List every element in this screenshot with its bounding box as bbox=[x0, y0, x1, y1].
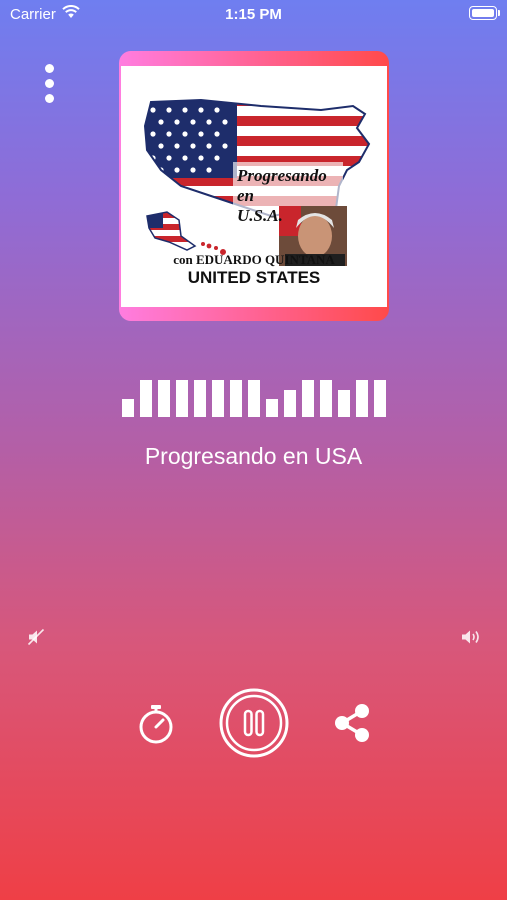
equalizer-bar bbox=[230, 380, 242, 417]
artwork-title: Progresando en U.S.A. bbox=[237, 166, 327, 226]
artwork-title-line: en bbox=[237, 186, 254, 205]
status-bar: Carrier 1:15 PM bbox=[0, 0, 507, 30]
clock: 1:15 PM bbox=[225, 6, 282, 23]
share-icon[interactable] bbox=[331, 702, 373, 744]
volume-high-icon[interactable] bbox=[461, 628, 483, 646]
station-name: Progresando en USA bbox=[144, 443, 363, 469]
equalizer-bar bbox=[374, 380, 386, 417]
station-artwork: Progresando en U.S.A. con EDUARDO QUINTA… bbox=[119, 51, 389, 321]
artwork-title-line: Progresando bbox=[237, 166, 327, 185]
pause-icon bbox=[243, 709, 265, 737]
volume-mute-icon[interactable] bbox=[27, 628, 45, 646]
equalizer-bar bbox=[266, 399, 278, 417]
equalizer-bar bbox=[158, 380, 170, 417]
battery-icon bbox=[469, 6, 500, 20]
equalizer-bar bbox=[212, 380, 224, 417]
pause-button-ring bbox=[219, 688, 289, 758]
stopwatch-icon[interactable] bbox=[136, 703, 176, 745]
equalizer-bar bbox=[338, 390, 350, 417]
artwork-image: Progresando en U.S.A. con EDUARDO QUINTA… bbox=[121, 66, 387, 307]
more-vertical-icon bbox=[45, 64, 54, 73]
artwork-country-text: UNITED STATES bbox=[187, 268, 321, 287]
equalizer-visualizer bbox=[119, 376, 389, 417]
more-vertical-icon-dot bbox=[45, 94, 54, 103]
equalizer-bar bbox=[284, 390, 296, 417]
equalizer-bar bbox=[176, 380, 188, 417]
equalizer-bar bbox=[122, 399, 134, 417]
menu-button[interactable] bbox=[38, 62, 62, 106]
equalizer-bar bbox=[356, 380, 368, 417]
artwork-host-text: con EDUARDO QUINTANA bbox=[173, 252, 335, 267]
equalizer-bar bbox=[248, 380, 260, 417]
more-vertical-icon-dot bbox=[45, 79, 54, 88]
pause-button[interactable] bbox=[218, 687, 290, 759]
pause-button-inner-ring bbox=[225, 694, 283, 752]
artwork-title-line: U.S.A. bbox=[237, 206, 283, 225]
equalizer-bar bbox=[302, 380, 314, 417]
equalizer-bar bbox=[320, 380, 332, 417]
equalizer-bar bbox=[194, 380, 206, 417]
equalizer-bar bbox=[140, 380, 152, 417]
